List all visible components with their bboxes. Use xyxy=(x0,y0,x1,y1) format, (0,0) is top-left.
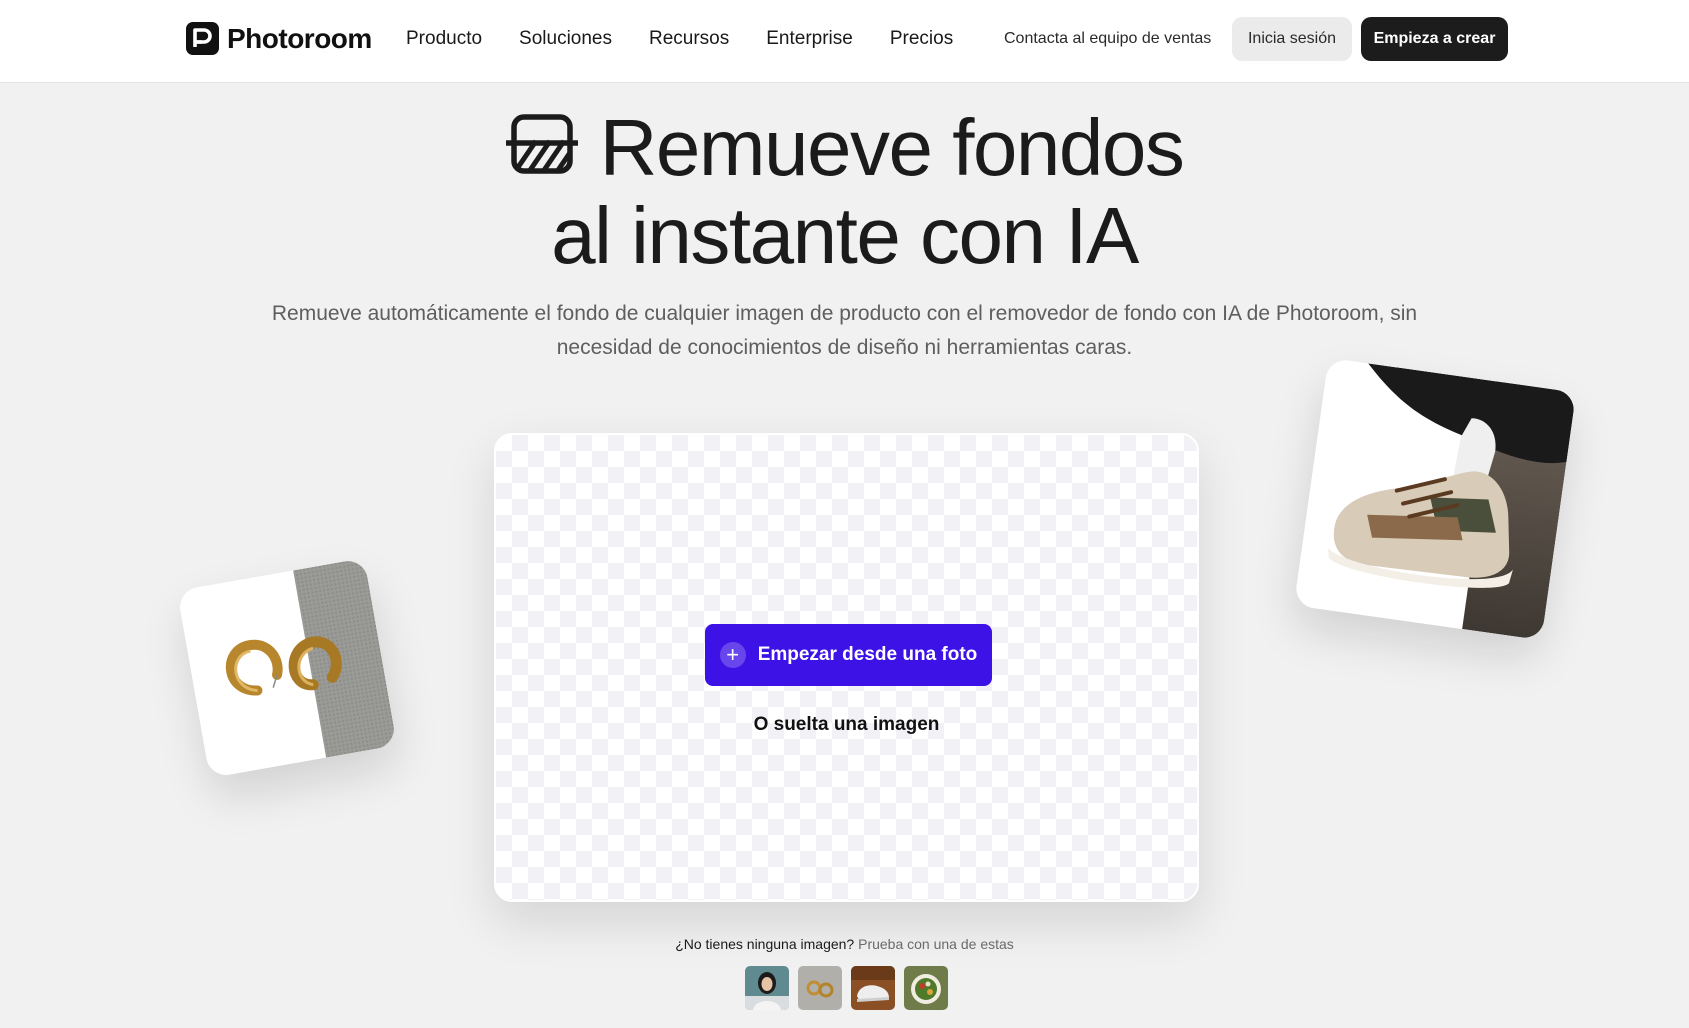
photoroom-logo-icon xyxy=(186,22,219,55)
upload-dropzone[interactable]: + Empezar desde una foto O suelta una im… xyxy=(494,433,1199,902)
brand-name: Photoroom xyxy=(227,22,372,54)
plus-icon: + xyxy=(719,642,746,668)
start-creating-button[interactable]: Empieza a crear xyxy=(1361,17,1508,61)
sneakers-thumbnail-image xyxy=(851,966,895,1010)
nav-item-precios[interactable]: Precios xyxy=(890,28,953,50)
sample-question: ¿No tienes ninguna imagen? xyxy=(675,936,855,952)
page-title: Remueve fondos al instante con IA xyxy=(0,104,1689,280)
sneaker-example-image xyxy=(1293,357,1577,641)
drop-image-label: O suelta una imagen xyxy=(753,714,940,735)
nav-item-producto[interactable]: Producto xyxy=(406,28,482,50)
sample-thumbnail-earrings[interactable] xyxy=(798,966,842,1010)
login-button[interactable]: Inicia sesión xyxy=(1232,17,1352,61)
earrings-thumbnail-image xyxy=(798,966,842,1010)
remove-background-icon xyxy=(505,114,578,174)
main-nav: Producto Soluciones Recursos Enterprise … xyxy=(406,28,990,50)
sample-thumbnail-salad[interactable] xyxy=(904,966,948,1010)
nav-item-recursos[interactable]: Recursos xyxy=(649,28,729,50)
start-from-photo-button[interactable]: + Empezar desde una foto xyxy=(705,624,992,686)
nav-item-soluciones[interactable]: Soluciones xyxy=(519,28,612,50)
sample-images-prompt: ¿No tienes ninguna imagen? Prueba con un… xyxy=(0,936,1689,952)
title-line-1: Remueve fondos xyxy=(0,104,1689,192)
sample-thumbnail-woman[interactable] xyxy=(745,966,789,1010)
earrings-illustration xyxy=(176,557,398,779)
sample-thumbnails xyxy=(745,966,948,1010)
salad-thumbnail-image xyxy=(904,966,948,1010)
top-navigation: Photoroom Producto Soluciones Recursos E… xyxy=(0,0,1689,83)
sneaker-illustration xyxy=(1293,357,1577,641)
contact-sales-link[interactable]: Contacta al equipo de ventas xyxy=(1004,30,1211,48)
sample-thumbnail-sneakers[interactable] xyxy=(851,966,895,1010)
earrings-example-image xyxy=(176,557,398,779)
nav-item-enterprise[interactable]: Enterprise xyxy=(766,28,853,50)
page-subtitle: Remueve automáticamente el fondo de cual… xyxy=(271,302,1418,359)
title-line-2: al instante con IA xyxy=(551,191,1139,280)
title-text-1: Remueve fondos xyxy=(599,103,1185,192)
sample-hint: Prueba con una de estas xyxy=(858,936,1014,952)
brand-logo[interactable]: Photoroom xyxy=(186,22,372,55)
start-from-photo-label: Empezar desde una foto xyxy=(757,644,978,665)
woman-thumbnail-image xyxy=(745,966,789,1010)
